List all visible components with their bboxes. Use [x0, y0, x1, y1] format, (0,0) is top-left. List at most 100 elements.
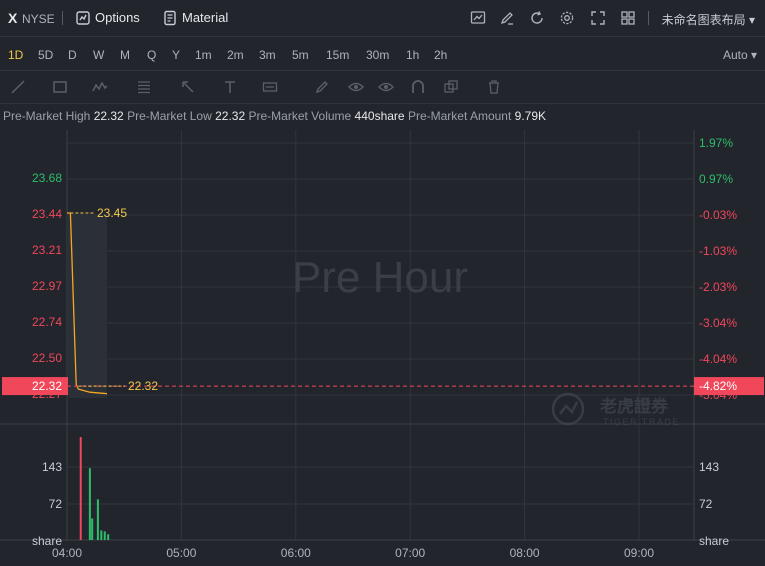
- x-tick-label: 07:00: [395, 546, 425, 560]
- premarket-volume-label: Pre-Market Volume: [248, 109, 352, 123]
- premarket-amount-label: Pre-Market Amount: [407, 109, 512, 123]
- pct-tick-label: -3.04%: [699, 316, 737, 330]
- divider: [62, 11, 63, 25]
- x-tick-label: 04:00: [52, 546, 82, 560]
- layers-icon[interactable]: [443, 79, 459, 95]
- timeframe-2m[interactable]: 2m: [227, 48, 244, 62]
- volume-bar: [96, 499, 99, 540]
- timeframe-1d[interactable]: 1D: [8, 48, 23, 62]
- price-chart[interactable]: Pre Hour 老虎證券 TIGER TRADE 23.68 23.44 23.2…: [0, 130, 765, 563]
- volume-bar: [79, 437, 82, 540]
- brand-name: 老虎證券: [599, 396, 669, 417]
- premarket-low-label: Pre-Market Low: [127, 109, 212, 123]
- timeframe-2h[interactable]: 2h: [434, 48, 447, 62]
- volume-tick-label-right: share: [699, 534, 729, 548]
- pct-tick-label: -0.03%: [699, 208, 737, 222]
- material-icon: [162, 10, 178, 26]
- volume-tick-label: 143: [42, 460, 62, 474]
- brand-subtitle: TIGER TRADE: [603, 417, 680, 427]
- scale-selector[interactable]: Auto ▾: [723, 48, 757, 62]
- timeframe-m[interactable]: M: [120, 48, 130, 62]
- timeframe-1m[interactable]: 1m: [195, 48, 212, 62]
- draw-icon[interactable]: [499, 10, 515, 26]
- symbol-label[interactable]: X: [8, 10, 17, 26]
- top-bar: X NYSE Options Material 未命名图表布局 ▾: [0, 0, 765, 37]
- arrow-tool-icon[interactable]: [180, 79, 196, 95]
- x-tick-label: 08:00: [510, 546, 540, 560]
- visibility-icon[interactable]: [348, 79, 364, 95]
- current-price-text: 22.32: [32, 379, 62, 393]
- volume-bar: [103, 531, 106, 540]
- brand-logo: 老虎證券 TIGER TRADE: [551, 392, 680, 427]
- premarket-volume-value: 440share: [354, 109, 405, 123]
- volume-bar: [88, 468, 91, 540]
- layout-name-label: 未命名图表布局: [661, 13, 746, 27]
- line-tool-icon[interactable]: [10, 79, 26, 95]
- layout-grid-icon[interactable]: [620, 10, 636, 26]
- pen-tool-icon[interactable]: [314, 79, 330, 95]
- pct-tick-label: 1.97%: [699, 136, 733, 150]
- timeframe-w[interactable]: W: [93, 48, 104, 62]
- chart-type-icon[interactable]: [470, 10, 486, 26]
- x-tick-label: 09:00: [624, 546, 654, 560]
- premarket-info: Pre-Market High 22.32 Pre-Market Low 22.…: [3, 109, 546, 123]
- fib-tool-icon[interactable]: [136, 79, 152, 95]
- divider: [648, 11, 649, 25]
- premarket-high-label: Pre-Market High: [3, 109, 91, 123]
- refresh-icon[interactable]: [529, 10, 545, 26]
- volume-bar: [100, 530, 103, 540]
- tiger-logo-mark: [559, 401, 579, 415]
- rectangle-tool-icon[interactable]: [52, 79, 68, 95]
- pct-tick-label: -1.03%: [699, 244, 737, 258]
- y-tick-label: 22.50: [32, 351, 62, 365]
- material-button[interactable]: Material: [182, 10, 228, 25]
- volume-bar: [107, 534, 110, 540]
- trash-icon[interactable]: [486, 79, 502, 95]
- timeframe-3m[interactable]: 3m: [259, 48, 276, 62]
- watermark-text: Pre Hour: [292, 253, 468, 302]
- y-tick-label: 23.21: [32, 243, 62, 257]
- timeframe-q[interactable]: Q: [147, 48, 156, 62]
- settings-icon[interactable]: [559, 10, 575, 26]
- timeframe-15m[interactable]: 15m: [326, 48, 349, 62]
- y-tick-label: 23.44: [32, 207, 62, 221]
- visibility-icon[interactable]: [378, 79, 394, 95]
- premarket-low-value: 22.32: [215, 109, 246, 123]
- timeframe-y[interactable]: Y: [172, 48, 180, 62]
- measure-tool-icon[interactable]: [262, 79, 278, 95]
- pct-tick-label: -2.03%: [699, 280, 737, 294]
- options-button[interactable]: Options: [95, 10, 140, 25]
- high-marker-label: 23.45: [97, 206, 127, 220]
- premarket-amount-value: 9.79K: [514, 109, 547, 123]
- timeframe-5m[interactable]: 5m: [292, 48, 309, 62]
- volume-bar: [91, 518, 94, 540]
- layout-selector[interactable]: 未命名图表布局 ▾: [662, 11, 755, 28]
- exchange-label: NYSE: [22, 12, 55, 26]
- volume-tick-label-right: 72: [699, 497, 713, 511]
- volume-tick-label: share: [32, 534, 62, 548]
- chart-canvas[interactable]: Pre Hour 老虎證券 TIGER TRADE 23.68 23.44 23.2…: [0, 130, 765, 563]
- magnet-icon[interactable]: [410, 79, 426, 95]
- timeframe-bar: 1D 5D D W M Q Y 1m 2m 3m 5m 15m 30m 1h 2…: [0, 36, 765, 71]
- chevron-down-icon: ▾: [750, 48, 757, 62]
- chevron-down-icon: ▾: [748, 13, 755, 27]
- low-marker-label: 22.32: [128, 379, 158, 393]
- y-tick-label: 23.68: [32, 171, 62, 185]
- timeframe-1h[interactable]: 1h: [406, 48, 419, 62]
- y-tick-label: 22.74: [32, 315, 62, 329]
- volume-tick-label: 72: [49, 497, 63, 511]
- fullscreen-icon[interactable]: [590, 10, 606, 26]
- timeframe-30m[interactable]: 30m: [366, 48, 389, 62]
- volume-tick-label-right: 143: [699, 460, 719, 474]
- pattern-tool-icon[interactable]: [92, 79, 108, 95]
- timeframe-5d[interactable]: 5D: [38, 48, 53, 62]
- pct-tick-label: 0.97%: [699, 172, 733, 186]
- options-icon: [75, 10, 91, 26]
- y-tick-label: 22.97: [32, 279, 62, 293]
- scale-label: Auto: [722, 48, 748, 62]
- drawing-toolbar: [0, 71, 765, 104]
- text-tool-icon[interactable]: [222, 79, 238, 95]
- timeframe-d[interactable]: D: [68, 48, 77, 62]
- current-pct-text: -4.82%: [699, 379, 737, 393]
- x-tick-label: 06:00: [281, 546, 311, 560]
